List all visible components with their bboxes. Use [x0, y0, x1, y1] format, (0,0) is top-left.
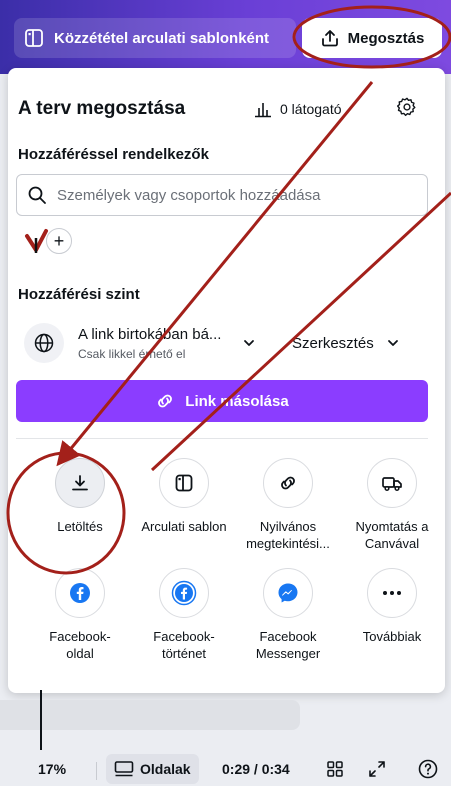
- download-icon: [72, 475, 88, 491]
- pages-label: Oldalak: [140, 761, 191, 777]
- publish-template-label: Közzététel arculati sablonként: [54, 29, 270, 47]
- more-circle: [367, 568, 417, 618]
- add-person-button[interactable]: +: [46, 228, 72, 254]
- download-circle: [55, 458, 105, 508]
- people-search-field[interactable]: [16, 174, 428, 216]
- print-circle: [367, 458, 417, 508]
- brand-template-icon: [25, 29, 43, 47]
- permission-dropdown[interactable]: Szerkesztés: [292, 335, 400, 352]
- grid-view-icon[interactable]: [326, 760, 344, 778]
- pages-icon: [114, 761, 134, 777]
- share-button[interactable]: Megosztás: [302, 18, 442, 58]
- facebook-icon: [70, 583, 90, 603]
- option-download[interactable]: Letöltés: [30, 458, 130, 535]
- option-label: Nyilvános megtekintési...: [246, 519, 330, 551]
- timeline-track[interactable]: [0, 700, 300, 730]
- chevron-down-icon[interactable]: [242, 336, 256, 350]
- copy-link-label: Link másolása: [185, 392, 289, 410]
- link-access-value: A link birtokában bá...: [78, 325, 222, 343]
- share-label: Megosztás: [347, 29, 425, 47]
- option-label: Facebook Messenger: [255, 629, 321, 661]
- share-panel: A terv megosztása 0 látogató Hozzáféréss…: [8, 68, 445, 693]
- access-level-heading: Hozzáférési szint: [18, 286, 140, 303]
- visitors-button[interactable]: 0 látogató: [254, 100, 342, 118]
- link-icon: [158, 394, 173, 408]
- option-label: Facebook-történet: [153, 629, 215, 661]
- help-icon[interactable]: [418, 759, 438, 779]
- collaborators-row: +: [22, 226, 72, 256]
- option-brand-template[interactable]: Arculati sablon: [134, 458, 234, 535]
- option-label: Letöltés: [57, 519, 103, 534]
- playhead[interactable]: [40, 690, 42, 750]
- panel-title: A terv megosztása: [18, 98, 186, 119]
- divider: [96, 762, 97, 780]
- option-facebook-page[interactable]: Facebook-oldal: [30, 568, 130, 662]
- pages-button[interactable]: Oldalak: [106, 754, 199, 784]
- option-messenger[interactable]: Facebook Messenger: [238, 568, 338, 662]
- option-more[interactable]: Továbbiak: [342, 568, 442, 645]
- gear-icon[interactable]: [396, 96, 418, 118]
- option-label: Továbbiak: [362, 629, 422, 644]
- more-icon: [383, 591, 401, 595]
- search-icon: [28, 186, 46, 204]
- public-view-circle: [263, 458, 313, 508]
- publish-template-button[interactable]: Közzététel arculati sablonként: [14, 18, 296, 58]
- globe-icon: [24, 323, 64, 363]
- visitors-label: 0 látogató: [280, 101, 342, 117]
- option-facebook-story[interactable]: Facebook-történet: [134, 568, 234, 662]
- copy-link-button[interactable]: Link másolása: [16, 380, 428, 422]
- option-label: Arculati sablon: [141, 519, 227, 534]
- time-display: 0:29 / 0:34: [222, 761, 290, 777]
- status-bar: 17% Oldalak 0:29 / 0:34: [0, 752, 451, 786]
- link-access-row: A link birtokában bá... Csak likkel érhe…: [16, 316, 436, 370]
- top-bar: Közzététel arculati sablonként Megosztás: [0, 0, 451, 74]
- permission-value: Szerkesztés: [292, 334, 374, 352]
- messenger-circle: [263, 568, 313, 618]
- messenger-icon: [278, 583, 298, 603]
- fullscreen-icon[interactable]: [368, 760, 386, 778]
- plus-icon: +: [53, 230, 65, 251]
- option-public-view[interactable]: Nyilvános megtekintési...: [238, 458, 338, 552]
- link-icon: [281, 476, 295, 490]
- facebook-page-circle: [55, 568, 105, 618]
- brand-template-circle: [159, 458, 209, 508]
- option-print[interactable]: Nyomtatás a Canvával: [342, 458, 442, 552]
- upload-icon: [321, 30, 338, 47]
- divider: [16, 438, 428, 439]
- brand-template-icon: [175, 474, 193, 492]
- link-access-description: Csak likkel érhető el: [78, 346, 186, 361]
- option-label: Facebook-oldal: [49, 629, 111, 661]
- truck-icon: [382, 477, 402, 492]
- chevron-down-icon: [387, 340, 398, 346]
- access-heading: Hozzáféréssel rendelkezők: [18, 146, 209, 163]
- facebook-story-icon: [171, 580, 197, 606]
- option-label: Nyomtatás a Canvával: [355, 519, 429, 551]
- facebook-story-circle: [159, 568, 209, 618]
- link-access-dropdown[interactable]: A link birtokában bá... Csak likkel érhe…: [78, 326, 228, 361]
- bar-chart-icon: [255, 103, 271, 118]
- people-search-input[interactable]: [57, 186, 397, 204]
- zoom-level[interactable]: 17%: [38, 761, 66, 777]
